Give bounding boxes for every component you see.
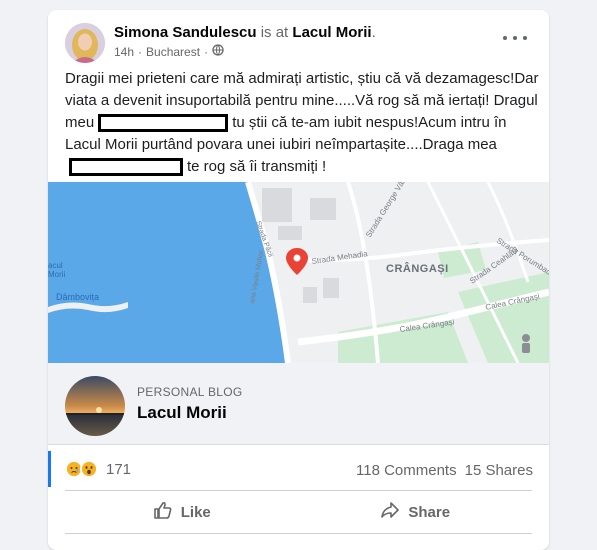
focus-indicator (48, 451, 51, 487)
author-avatar[interactable] (65, 23, 105, 63)
lake-water (48, 182, 288, 363)
blog-title[interactable]: Lacul Morii (137, 403, 227, 423)
blog-thumbnail[interactable] (65, 376, 125, 436)
pegman-icon (522, 334, 530, 353)
redaction-box (98, 114, 229, 133)
post-text-line3-post: te rog să îi transmiți ! (187, 158, 327, 175)
post-stats: 171 118 Comments 15 Shares (48, 451, 549, 487)
globe-icon (212, 44, 224, 59)
meta-separator: · (138, 44, 143, 59)
share-label: Share (408, 503, 451, 521)
author-line: Simona Sandulescu is at Lacul Morii. (114, 24, 376, 42)
wow-reaction-icon (80, 460, 98, 478)
post-text-line1: Dragii mei prieteni care mă admirați art… (65, 70, 539, 109)
is-at-text: is at (260, 24, 289, 41)
map-label-crangasi: CRÂNGAȘI (386, 262, 449, 275)
engagement-counts: 118 Comments 15 Shares (356, 462, 533, 479)
map-label-lacul-morii: acul (48, 261, 63, 270)
share-arrow-icon (380, 500, 400, 524)
redaction-box-2 (69, 158, 183, 177)
comments-count[interactable]: 118 Comments (356, 462, 457, 479)
like-label: Like (180, 503, 211, 521)
more-options-icon[interactable] (503, 30, 527, 46)
reactions-summary[interactable]: 171 (65, 460, 131, 478)
post-text-line3-pre: mea (467, 136, 497, 153)
reaction-count[interactable]: 171 (106, 461, 131, 478)
blog-preview[interactable]: PERSONAL BLOG Lacul Morii (48, 363, 549, 445)
location-map[interactable]: Strada Mehadia CRÂNGAȘI Dâmbovița acul M… (48, 182, 549, 363)
stats-divider (65, 490, 532, 491)
post-location[interactable]: Bucharest (146, 45, 200, 59)
post-time[interactable]: 14h (114, 45, 134, 59)
thumbs-up-icon (153, 500, 173, 524)
post-message: Dragii mei prieteni care mă admirați art… (65, 68, 543, 178)
blog-type-label: PERSONAL BLOG (137, 385, 243, 399)
place-suffix: . (371, 24, 376, 41)
like-button[interactable]: Like (65, 494, 299, 530)
map-label-dambovita: Dâmbovița (56, 292, 99, 302)
post-card: Simona Sandulescu is at Lacul Morii. 14h… (48, 10, 549, 550)
share-button[interactable]: Share (299, 494, 533, 530)
svg-text:Morii: Morii (48, 270, 66, 279)
meta-separator-2: · (204, 44, 209, 59)
post-header: Simona Sandulescu is at Lacul Morii. 14h… (48, 10, 549, 68)
actions-divider (65, 533, 532, 534)
shares-count[interactable]: 15 Shares (465, 462, 533, 479)
author-name[interactable]: Simona Sandulescu (114, 24, 257, 41)
action-bar: Like Share (65, 494, 532, 530)
post-meta: 14h · Bucharest · (114, 44, 224, 59)
place-link[interactable]: Lacul Morii (292, 24, 371, 41)
